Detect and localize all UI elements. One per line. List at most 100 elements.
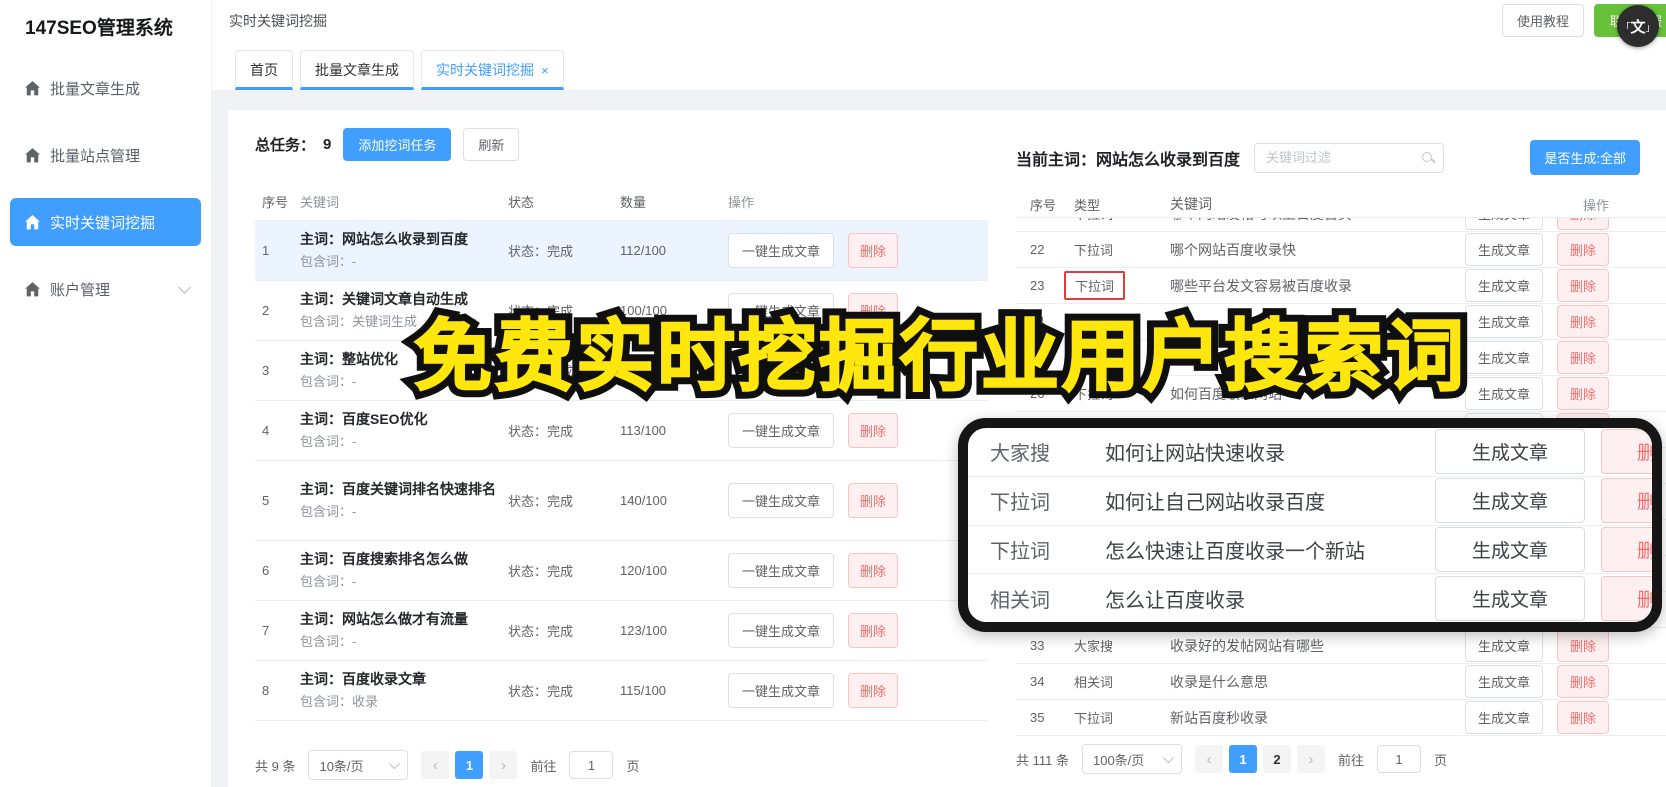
list-item[interactable]: 22 下拉词 哪个网站百度收录快 生成文章 删除 bbox=[1016, 232, 1666, 268]
delete-button[interactable]: 删除 bbox=[1557, 305, 1609, 338]
delete-button[interactable]: 删除 bbox=[1601, 575, 1652, 621]
generate-article-button[interactable]: 生成文章 bbox=[1465, 629, 1543, 662]
keyword-text: 收录好的发帖网站有哪些 bbox=[1170, 637, 1324, 654]
task-number: 8 bbox=[262, 683, 270, 698]
delete-button[interactable]: 删除 bbox=[848, 413, 898, 448]
task-status: 状态：完成 bbox=[508, 564, 574, 579]
promo-caption: 免费实时挖掘行业用户搜索词 bbox=[413, 294, 1467, 406]
keyword-type: 下拉词 bbox=[1074, 218, 1113, 222]
table-row[interactable]: 6 主词：百度搜索排名怎么做 包含词：- 状态：完成 120/100 一键生成文章… bbox=[255, 541, 988, 601]
page-number-button[interactable]: 2 bbox=[1262, 745, 1291, 773]
generate-article-button[interactable]: 生成文章 bbox=[1465, 305, 1543, 338]
goto-page-input[interactable] bbox=[569, 751, 614, 779]
page-number-button[interactable]: 1 bbox=[1228, 745, 1257, 773]
sidebar-item-batch-article[interactable]: 批量文章生成 bbox=[10, 64, 201, 112]
keyword-type: 下拉词 bbox=[990, 540, 1050, 563]
inset-row: 大家搜 如何让网站快速收录 生成文章 删除 bbox=[968, 428, 1652, 477]
next-page-button[interactable]: › bbox=[1296, 745, 1325, 773]
delete-button[interactable]: 删除 bbox=[848, 613, 898, 648]
task-include-words: 包含词：- bbox=[300, 504, 357, 519]
delete-button[interactable]: 删除 bbox=[1557, 377, 1609, 410]
close-icon[interactable]: × bbox=[541, 63, 549, 78]
chevron-down-icon bbox=[1162, 751, 1175, 764]
prev-page-button[interactable]: ‹ bbox=[421, 751, 450, 779]
generate-articles-button[interactable]: 一键生成文章 bbox=[728, 483, 834, 518]
list-item[interactable]: 21 下拉词 哪个网站发帖可以上百度首页 生成文章 删除 bbox=[1016, 218, 1666, 232]
generate-article-button[interactable]: 生成文章 bbox=[1435, 575, 1585, 621]
delete-button[interactable]: 删除 bbox=[1557, 701, 1609, 734]
goto-page-input[interactable] bbox=[1377, 745, 1421, 773]
delete-button[interactable]: 删除 bbox=[1557, 218, 1609, 230]
task-quantity: 113/100 bbox=[620, 423, 667, 438]
delete-button[interactable]: 删除 bbox=[848, 553, 898, 588]
delete-button[interactable]: 删除 bbox=[1557, 341, 1609, 374]
page-unit-label: 页 bbox=[1434, 752, 1448, 768]
delete-button[interactable]: 删除 bbox=[1557, 269, 1609, 302]
table-row[interactable]: 4 主词：百度SEO优化 包含词：- 状态：完成 113/100 一键生成文章 删除 bbox=[255, 401, 988, 461]
generate-article-button[interactable]: 生成文章 bbox=[1465, 269, 1543, 302]
generate-article-button[interactable]: 生成文章 bbox=[1465, 377, 1543, 410]
table-row[interactable]: 5 主词：百度关键词排名快速排名 包含词：- 状态：完成 140/100 一键生成… bbox=[255, 461, 988, 541]
next-page-button[interactable]: › bbox=[489, 751, 518, 779]
tutorial-button[interactable]: 使用教程 bbox=[1501, 4, 1584, 37]
delete-button[interactable]: 删除 bbox=[1557, 629, 1609, 662]
tab-batch-article[interactable]: 批量文章生成 bbox=[300, 50, 414, 90]
col-keyword: 关键词 bbox=[1170, 196, 1212, 212]
sidebar: 147SEO管理系统 批量文章生成 批量站点管理 实时关键词挖掘 账户管理 bbox=[0, 0, 212, 787]
delete-button[interactable]: 删除 bbox=[1601, 429, 1652, 475]
table-row[interactable]: 1 主词：网站怎么收录到百度 包含词：- 状态：完成 112/100 一键生成文章… bbox=[255, 221, 988, 281]
generate-article-button[interactable]: 生成文章 bbox=[1465, 233, 1543, 266]
col-no: 序号 bbox=[262, 195, 289, 210]
sidebar-item-account[interactable]: 账户管理 bbox=[10, 265, 201, 313]
generate-articles-button[interactable]: 一键生成文章 bbox=[728, 553, 834, 588]
total-tasks-label: 总任务： bbox=[255, 136, 316, 154]
sidebar-item-batch-site[interactable]: 批量站点管理 bbox=[10, 131, 201, 179]
keyword-number: 33 bbox=[1030, 638, 1045, 653]
generate-articles-button[interactable]: 一键生成文章 bbox=[728, 413, 834, 448]
generate-article-button[interactable]: 生成文章 bbox=[1465, 341, 1543, 374]
keyword-filter-input[interactable] bbox=[1254, 142, 1445, 173]
task-quantity: 140/100 bbox=[620, 493, 667, 508]
keyword-type: 下拉词 bbox=[1074, 243, 1114, 258]
table-row[interactable]: 8 主词：百度收录文章 包含词：收录 状态：完成 115/100 一键生成文章 删除 bbox=[255, 661, 988, 721]
generate-all-button[interactable]: 是否生成:全部 bbox=[1530, 140, 1640, 175]
list-item[interactable]: 33 大家搜 收录好的发帖网站有哪些 生成文章 删除 bbox=[1016, 628, 1666, 664]
generate-article-button[interactable]: 生成文章 bbox=[1435, 478, 1585, 524]
generate-article-button[interactable]: 生成文章 bbox=[1435, 526, 1585, 572]
delete-button[interactable]: 删除 bbox=[1557, 665, 1609, 698]
delete-button[interactable]: 删除 bbox=[1557, 233, 1609, 266]
generate-article-button[interactable]: 生成文章 bbox=[1465, 665, 1543, 698]
generate-articles-button[interactable]: 一键生成文章 bbox=[728, 233, 834, 268]
delete-button[interactable]: 删除 bbox=[1601, 478, 1652, 524]
inset-row: 相关词 怎么让百度收录 生成文章 删除 bbox=[968, 574, 1652, 622]
sidebar-item-keyword-mining[interactable]: 实时关键词挖掘 bbox=[10, 198, 201, 246]
refresh-button[interactable]: 刷新 bbox=[463, 127, 520, 161]
table-row[interactable]: 7 主词：网站怎么做才有流量 包含词：- 状态：完成 123/100 一键生成文章… bbox=[255, 601, 988, 661]
generate-article-button[interactable]: 生成文章 bbox=[1435, 429, 1585, 475]
translate-extension-icon[interactable]: 「文」 bbox=[1617, 5, 1659, 47]
task-main-keyword: 主词：百度搜索排名怎么做 bbox=[300, 550, 468, 567]
total-count: 共 9 条 bbox=[255, 758, 296, 774]
list-item[interactable]: 35 下拉词 新站百度秒收录 生成文章 删除 bbox=[1016, 700, 1666, 736]
delete-button[interactable]: 删除 bbox=[848, 233, 898, 268]
task-include-words: 包含词：收录 bbox=[300, 694, 379, 709]
page-size-select[interactable]: 100条/页 bbox=[1081, 744, 1182, 774]
col-actions: 操作 bbox=[1582, 197, 1609, 213]
delete-button[interactable]: 删除 bbox=[848, 483, 898, 518]
delete-button[interactable]: 删除 bbox=[848, 673, 898, 708]
sidebar-item-label: 账户管理 bbox=[50, 281, 111, 299]
add-task-button[interactable]: 添加挖词任务 bbox=[343, 127, 452, 161]
generate-articles-button[interactable]: 一键生成文章 bbox=[728, 673, 834, 708]
tab-home[interactable]: 首页 bbox=[235, 50, 293, 90]
delete-button[interactable]: 删除 bbox=[1601, 526, 1652, 572]
page-number-button[interactable]: 1 bbox=[455, 751, 484, 779]
page-size-select[interactable]: 10条/页 bbox=[308, 750, 409, 780]
tab-keyword-mining[interactable]: 实时关键词挖掘 × bbox=[421, 50, 564, 90]
keyword-number: 35 bbox=[1030, 710, 1045, 725]
prev-page-button[interactable]: ‹ bbox=[1194, 745, 1223, 773]
list-item[interactable]: 34 相关词 收录是什么意思 生成文章 删除 bbox=[1016, 664, 1666, 700]
generate-article-button[interactable]: 生成文章 bbox=[1465, 218, 1543, 230]
generate-articles-button[interactable]: 一键生成文章 bbox=[728, 613, 834, 648]
task-number: 3 bbox=[262, 363, 270, 378]
generate-article-button[interactable]: 生成文章 bbox=[1465, 701, 1543, 734]
